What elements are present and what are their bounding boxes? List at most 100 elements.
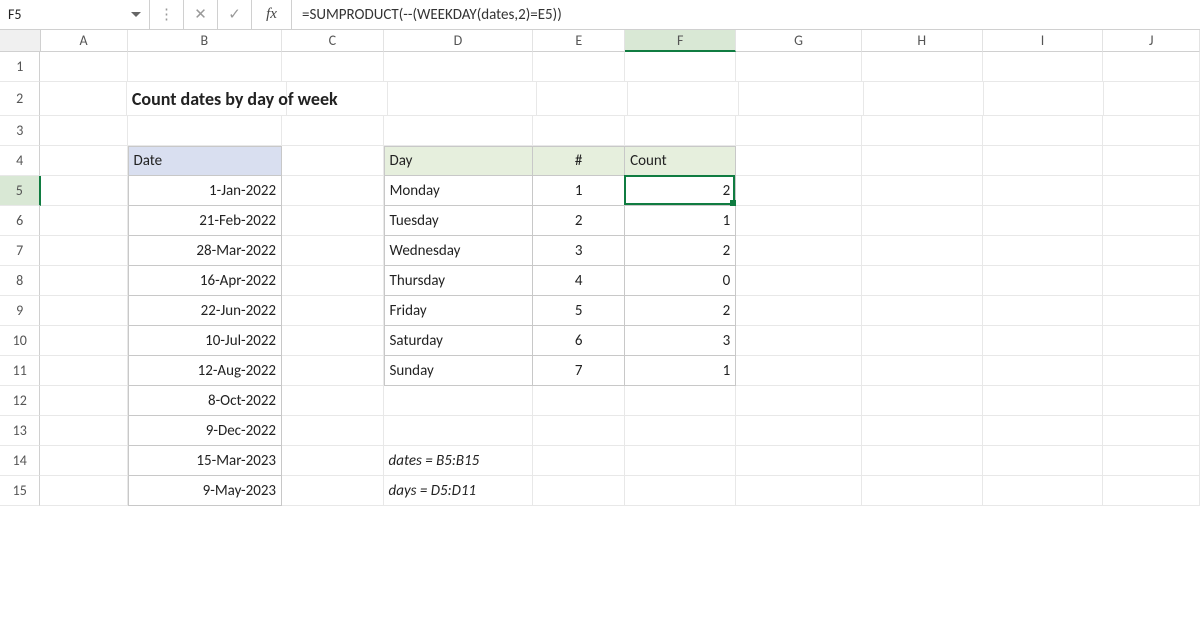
cell-D3[interactable]: [384, 116, 534, 146]
day-header[interactable]: Day: [384, 146, 534, 176]
cell-H4[interactable]: [862, 146, 983, 176]
cell-I4[interactable]: [983, 146, 1104, 176]
cell-C5[interactable]: [282, 176, 384, 206]
col-header-f[interactable]: F: [625, 30, 736, 52]
cell-C6[interactable]: [282, 206, 384, 236]
cell-F15[interactable]: [625, 476, 736, 506]
cell-I3[interactable]: [983, 116, 1104, 146]
cell-I10[interactable]: [983, 326, 1104, 356]
row-header[interactable]: 1: [0, 52, 40, 82]
cell-J2[interactable]: [1104, 82, 1200, 116]
cell-I5[interactable]: [983, 176, 1104, 206]
cell-A1[interactable]: [40, 52, 127, 82]
daynum-cell[interactable]: 3: [533, 236, 625, 266]
cell-B1[interactable]: [128, 52, 282, 82]
cell-J6[interactable]: [1103, 206, 1200, 236]
count-cell[interactable]: 0: [625, 266, 736, 296]
day-cell[interactable]: Sunday: [384, 356, 534, 386]
row-header[interactable]: 15: [0, 476, 40, 506]
cell-J1[interactable]: [1103, 52, 1200, 82]
cell-H14[interactable]: [862, 446, 983, 476]
row-header[interactable]: 2: [0, 82, 40, 116]
cell-G9[interactable]: [736, 296, 862, 326]
row-header[interactable]: 11: [0, 356, 40, 386]
cell-J10[interactable]: [1103, 326, 1200, 356]
count-cell[interactable]: 2: [625, 296, 736, 326]
cell-J14[interactable]: [1103, 446, 1200, 476]
col-header-a[interactable]: A: [41, 30, 128, 52]
cell-J3[interactable]: [1103, 116, 1200, 146]
cell-G5[interactable]: [736, 176, 862, 206]
cell-C15[interactable]: [282, 476, 384, 506]
col-header-j[interactable]: J: [1103, 30, 1200, 52]
note-dates[interactable]: dates = B5:B15: [384, 446, 534, 476]
cell-J13[interactable]: [1103, 416, 1200, 446]
day-cell[interactable]: Friday: [384, 296, 534, 326]
cell-J5[interactable]: [1103, 176, 1200, 206]
cell-C4[interactable]: [282, 146, 384, 176]
cell-A13[interactable]: [40, 416, 127, 446]
date-header[interactable]: Date: [128, 146, 283, 176]
row-header[interactable]: 12: [0, 386, 40, 416]
count-cell[interactable]: 1: [625, 206, 736, 236]
cell-C10[interactable]: [282, 326, 384, 356]
day-cell[interactable]: Thursday: [384, 266, 534, 296]
cell-H11[interactable]: [862, 356, 983, 386]
daynum-cell[interactable]: 5: [533, 296, 625, 326]
cell-G1[interactable]: [736, 52, 862, 82]
cell-A2[interactable]: [40, 82, 127, 116]
cell-E12[interactable]: [533, 386, 625, 416]
fx-icon[interactable]: fx: [252, 0, 292, 29]
date-cell[interactable]: 10-Jul-2022: [128, 326, 283, 356]
cell-H5[interactable]: [862, 176, 983, 206]
date-cell[interactable]: 16-Apr-2022: [128, 266, 283, 296]
cell-J8[interactable]: [1103, 266, 1200, 296]
day-cell[interactable]: Wednesday: [384, 236, 534, 266]
cell-H3[interactable]: [862, 116, 983, 146]
formula-input[interactable]: =SUMPRODUCT(--(WEEKDAY(dates,2)=E5)): [292, 0, 1200, 29]
row-header[interactable]: 7: [0, 236, 40, 266]
date-cell[interactable]: 21-Feb-2022: [128, 206, 283, 236]
col-header-h[interactable]: H: [862, 30, 983, 52]
date-cell[interactable]: 22-Jun-2022: [128, 296, 283, 326]
select-all-corner[interactable]: [0, 30, 41, 52]
cell-H7[interactable]: [862, 236, 983, 266]
cell-C2[interactable]: [287, 82, 388, 116]
cell-G2[interactable]: [739, 82, 864, 116]
cell-F1[interactable]: [625, 52, 736, 82]
cell-A5[interactable]: [41, 176, 128, 206]
count-cell[interactable]: 3: [625, 326, 736, 356]
hash-header[interactable]: #: [533, 146, 625, 176]
daynum-cell[interactable]: 1: [533, 176, 625, 206]
cell-E2[interactable]: [537, 82, 628, 116]
cell-C1[interactable]: [282, 52, 384, 82]
cell-I7[interactable]: [983, 236, 1104, 266]
row-header[interactable]: 5: [0, 176, 41, 206]
enter-icon[interactable]: ✓: [218, 0, 252, 29]
cell-H1[interactable]: [862, 52, 983, 82]
cell-A10[interactable]: [40, 326, 127, 356]
cell-D2[interactable]: [388, 82, 537, 116]
cell-H8[interactable]: [862, 266, 983, 296]
cell-E15[interactable]: [533, 476, 625, 506]
cell-I14[interactable]: [983, 446, 1104, 476]
cell-H6[interactable]: [862, 206, 983, 236]
cell-J15[interactable]: [1103, 476, 1200, 506]
cell-B3[interactable]: [128, 116, 282, 146]
cell-F12[interactable]: [625, 386, 736, 416]
cell-H15[interactable]: [862, 476, 983, 506]
row-header[interactable]: 3: [0, 116, 40, 146]
daynum-cell[interactable]: 6: [533, 326, 625, 356]
day-cell[interactable]: Tuesday: [384, 206, 534, 236]
daynum-cell[interactable]: 4: [533, 266, 625, 296]
row-header[interactable]: 4: [0, 146, 40, 176]
cell-A7[interactable]: [40, 236, 127, 266]
cell-I2[interactable]: [984, 82, 1104, 116]
cell-H9[interactable]: [862, 296, 983, 326]
cell-A15[interactable]: [40, 476, 127, 506]
col-header-e[interactable]: E: [533, 30, 625, 52]
cell-C9[interactable]: [282, 296, 384, 326]
cell-E1[interactable]: [533, 52, 625, 82]
note-days[interactable]: days = D5:D11: [384, 476, 534, 506]
cell-I8[interactable]: [983, 266, 1104, 296]
